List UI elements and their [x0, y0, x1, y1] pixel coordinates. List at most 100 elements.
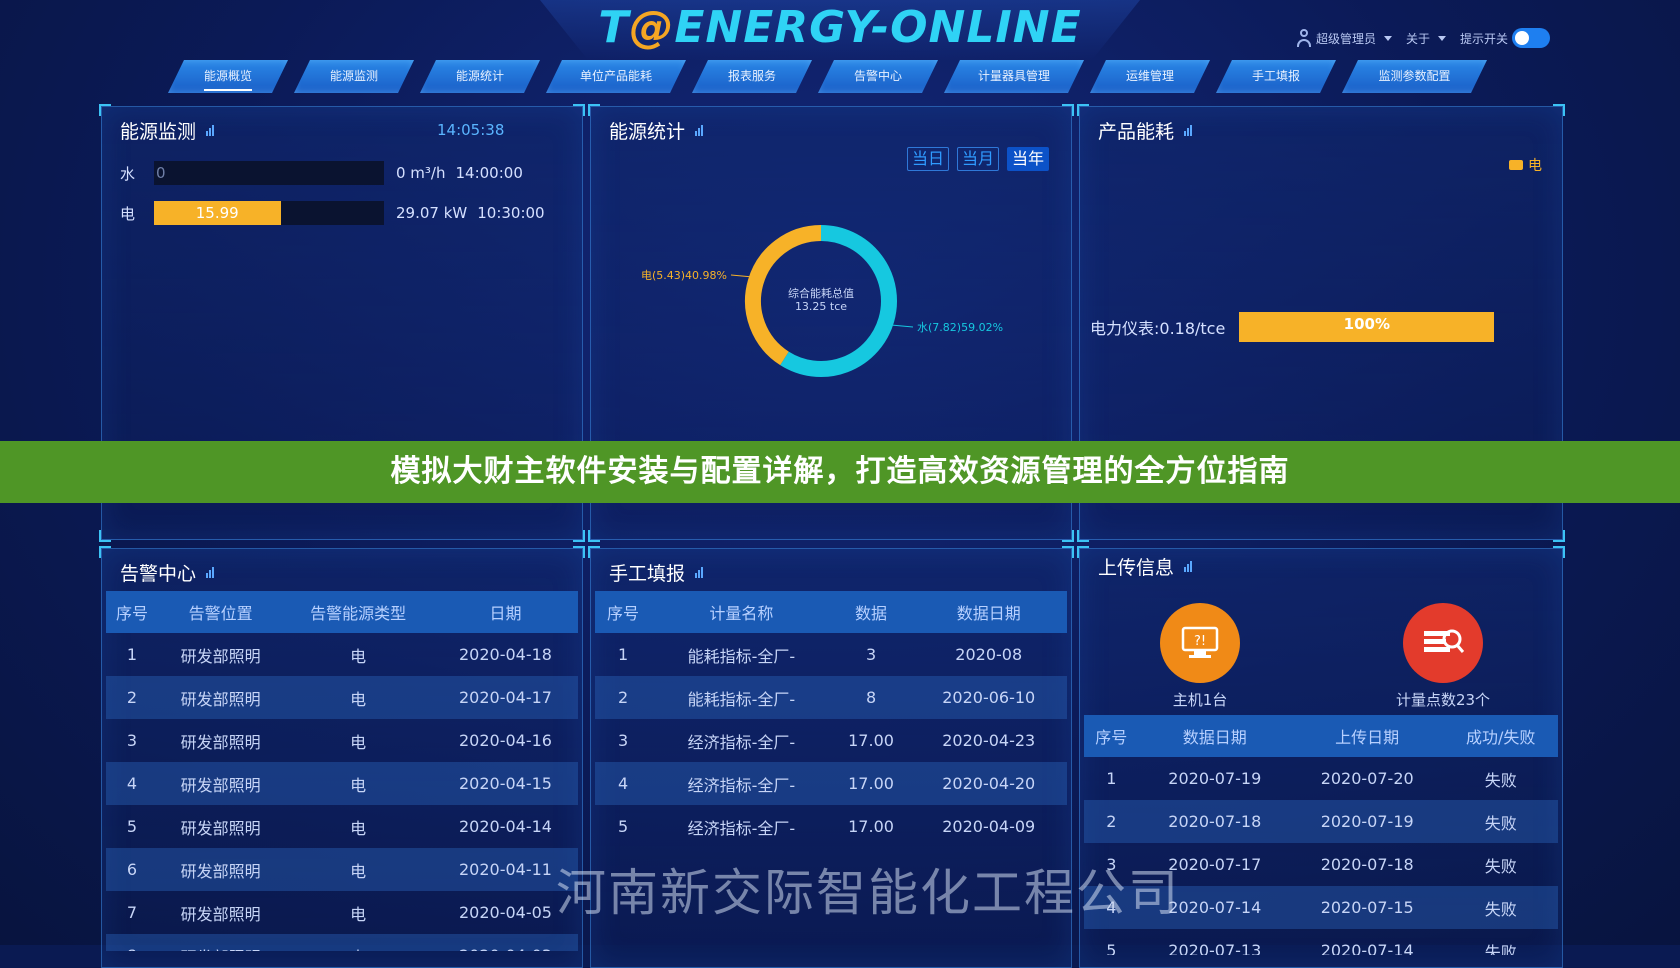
- table-cell: 失败: [1484, 856, 1517, 876]
- nav-item-8[interactable]: 手工填报: [1216, 60, 1336, 93]
- about-label: 关于: [1405, 31, 1430, 46]
- table-cell: 17.00: [848, 817, 894, 836]
- meter-time: 10:30:00: [477, 204, 545, 222]
- panel-title: 手工填报: [609, 559, 704, 586]
- table-cell: 研发部照明: [180, 646, 261, 666]
- table-cell: 2020-04-14: [458, 817, 552, 836]
- table-header-row: 序号 计量名称 数据 数据日期: [595, 591, 1067, 633]
- column-header[interactable]: 日期: [432, 591, 578, 633]
- table-cell: 能耗指标-全厂-: [651, 676, 832, 719]
- panel-title: 告警中心: [120, 559, 215, 586]
- table-row[interactable]: 1 研发部照明 电 2020-04-18: [106, 633, 578, 676]
- table-row[interactable]: 5 2020-07-13 2020-07-14 失败: [1084, 929, 1558, 955]
- user-menu[interactable]: 超级管理员: [1296, 29, 1392, 47]
- nav-item-6[interactable]: 计量器具管理: [944, 60, 1084, 93]
- nav-item-2[interactable]: 能源统计: [420, 60, 540, 93]
- donut-center-title: 综合能耗总值: [788, 286, 854, 300]
- table-row[interactable]: 1 能耗指标-全厂- 3 2020-08: [595, 633, 1067, 676]
- nav-item-9[interactable]: 监测参数配置: [1342, 60, 1487, 93]
- host-icon[interactable]: ?!: [1160, 603, 1240, 683]
- nav-item-0[interactable]: 能源概览: [168, 60, 288, 93]
- range-day-button[interactable]: 当日: [906, 147, 949, 171]
- signal-icon: [695, 567, 704, 578]
- panel-alarm-center: 告警中心 序号 告警位置 告警能源类型 日期 1 研发部照明电 2020-04-18 2 研发部…: [99, 546, 585, 968]
- table-cell: 2020-08: [955, 645, 1023, 664]
- table-row[interactable]: 1 2020-07-19 2020-07-20 失败: [1084, 757, 1558, 800]
- column-header[interactable]: 数据日期: [1138, 715, 1291, 757]
- meter-value: 29.07 kW: [396, 204, 468, 222]
- column-header[interactable]: 数据: [831, 591, 911, 633]
- table-cell: 2020-07-19: [1168, 769, 1262, 788]
- range-year-button[interactable]: 当年: [1006, 147, 1049, 171]
- hint-switch: 提示开关: [1460, 28, 1550, 48]
- hint-switch-label: 提示开关: [1459, 31, 1508, 46]
- nav-item-4[interactable]: 报表服务: [692, 60, 812, 93]
- chart-legend: 电: [1509, 155, 1542, 175]
- table-cell: 4: [595, 762, 652, 805]
- column-header[interactable]: 告警能源类型: [283, 591, 433, 633]
- table-row[interactable]: 2 研发部照明电 2020-04-17: [106, 676, 578, 719]
- legend-swatch: [1509, 160, 1523, 170]
- table-cell: 3: [865, 645, 877, 664]
- table-row[interactable]: 4 研发部照明电 2020-04-15: [106, 762, 578, 805]
- hint-toggle[interactable]: [1512, 28, 1550, 48]
- table-cell: 7: [126, 903, 138, 922]
- search-data-icon[interactable]: [1403, 603, 1483, 683]
- nav-item-5[interactable]: 告警中心: [818, 60, 938, 93]
- table-cell: 2020-04-16: [458, 731, 552, 750]
- table-row[interactable]: 4 经济指标-全厂- 17.00 2020-04-20: [595, 762, 1067, 805]
- table-cell: 经济指标-全厂-: [687, 818, 796, 838]
- table-row[interactable]: 7 研发部照明电 2020-04-05: [106, 891, 578, 934]
- column-header[interactable]: 成功/失败: [1443, 715, 1558, 757]
- table-row[interactable]: 5 经济指标-全厂- 17.00 2020-04-09: [595, 805, 1067, 841]
- column-header[interactable]: 序号: [1084, 715, 1139, 757]
- table-row[interactable]: 6 研发部照明电 2020-04-11: [106, 848, 578, 891]
- nav-item-3[interactable]: 单位产品能耗: [546, 60, 686, 93]
- nav-item-1[interactable]: 能源监测: [294, 60, 414, 93]
- about-menu[interactable]: 关于: [1406, 30, 1446, 47]
- column-header[interactable]: 数据日期: [910, 591, 1067, 633]
- table-cell: 6: [106, 848, 158, 891]
- table-cell: 研发部照明: [157, 676, 284, 719]
- monitor-clock: 14:05:38: [437, 121, 505, 139]
- title-banner: 模拟大财主软件安装与配置详解，打造高效资源管理的全方位指南: [0, 441, 1680, 503]
- table-row[interactable]: 2 能耗指标-全厂- 8 2020-06-10: [595, 676, 1067, 719]
- table-cell: 经济指标-全厂-: [651, 762, 832, 805]
- table-header-row: 序号 数据日期 上传日期 成功/失败: [1084, 715, 1558, 757]
- table-cell: 2020-04-15: [432, 762, 578, 805]
- column-header[interactable]: 上传日期: [1290, 715, 1444, 757]
- alarm-table: 序号 告警位置 告警能源类型 日期 1 研发部照明电 2020-04-18 2 研发部照明电 20…: [106, 591, 578, 951]
- table-cell: 电: [283, 762, 433, 805]
- meter-bar: 0: [154, 161, 384, 185]
- table-row[interactable]: 8研发部照明电2020-04-03: [106, 934, 578, 951]
- table-cell: 2020-07-18: [1320, 855, 1414, 874]
- column-header[interactable]: 序号: [595, 591, 652, 633]
- table-cell: 5: [1106, 941, 1117, 955]
- app-logo: T@ENERGY-ONLINE: [598, 2, 1082, 53]
- table-cell: 研发部照明: [157, 848, 284, 891]
- table-cell: 2020-04-18: [458, 645, 552, 664]
- point-count-label: 计量点数23个: [1395, 691, 1491, 709]
- table-cell: 能耗指标-全厂-: [687, 646, 796, 666]
- table-cell: 1: [617, 645, 629, 664]
- donut-center-value: 13.25 tce: [795, 300, 847, 313]
- table-cell: 失败: [1443, 800, 1558, 843]
- table-row[interactable]: 2 2020-07-18 2020-07-19 失败: [1084, 800, 1558, 843]
- table-cell: 失败: [1484, 942, 1517, 956]
- nav-item-7[interactable]: 运维管理: [1090, 60, 1210, 93]
- signal-icon: [206, 125, 215, 136]
- table-cell: 失败: [1443, 886, 1558, 929]
- table-cell: 2020-04-20: [910, 762, 1067, 805]
- table-cell: 研发部照明: [180, 732, 261, 752]
- column-header[interactable]: 序号: [106, 591, 158, 633]
- range-month-button[interactable]: 当月: [956, 147, 999, 171]
- table-row[interactable]: 3 经济指标-全厂- 17.00 2020-04-23: [595, 719, 1067, 762]
- table-cell: 2020-07-14: [1320, 941, 1414, 955]
- column-header[interactable]: 告警位置: [157, 591, 284, 633]
- table-row[interactable]: 3 研发部照明 电 2020-04-16: [106, 719, 578, 762]
- table-row[interactable]: 5 研发部照明 电 2020-04-14: [106, 805, 578, 848]
- table-cell: 经济指标-全厂-: [687, 732, 796, 752]
- column-header[interactable]: 计量名称: [651, 591, 832, 633]
- table-cell: 5: [126, 817, 138, 836]
- table-cell: 研发部照明: [157, 762, 284, 805]
